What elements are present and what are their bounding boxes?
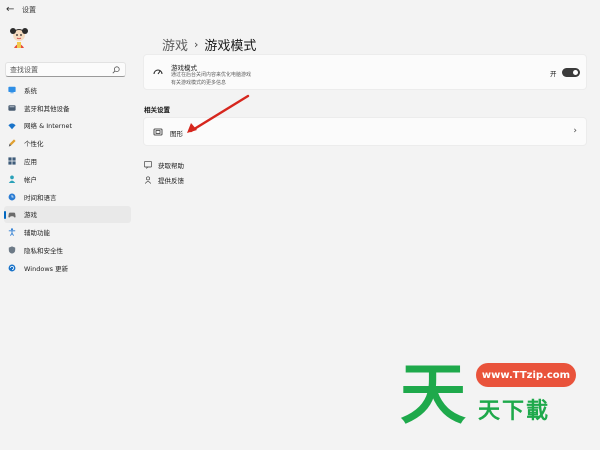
help-icon bbox=[144, 161, 152, 169]
chevron-right-icon: › bbox=[573, 126, 577, 136]
person-icon bbox=[8, 175, 16, 183]
sidebar-item-system[interactable]: 系统 bbox=[4, 81, 131, 99]
watermark-text: 天下載 bbox=[478, 399, 551, 424]
give-feedback-link[interactable]: 提供反馈 bbox=[144, 175, 184, 185]
watermark-url: www.TTzip.com bbox=[476, 363, 576, 387]
shield-icon bbox=[8, 246, 16, 254]
gamepad-icon bbox=[8, 212, 16, 218]
game-mode-description: 通过在后台关闭内容来优化电脑游戏 bbox=[171, 72, 252, 78]
sidebar-item-label: 个性化 bbox=[24, 140, 44, 149]
sidebar-item-label: 网络 & Internet bbox=[24, 122, 73, 131]
sidebar-item-accessibility[interactable]: 辅助功能 bbox=[4, 223, 131, 241]
wifi-icon bbox=[8, 122, 16, 129]
apps-icon bbox=[8, 157, 16, 165]
sidebar-item-label: 隐私和安全性 bbox=[24, 247, 63, 256]
sidebar-item-label: 游戏 bbox=[24, 211, 37, 220]
toggle-knob bbox=[573, 70, 578, 75]
avatar[interactable] bbox=[7, 26, 31, 50]
give-feedback-label: 提供反馈 bbox=[158, 177, 184, 185]
breadcrumb-separator: › bbox=[194, 38, 199, 51]
speedometer-icon bbox=[153, 69, 163, 75]
sidebar-item-windows-update[interactable]: Windows 更新 bbox=[4, 259, 131, 277]
svg-text:天: 天 bbox=[400, 357, 466, 427]
sidebar-item-gaming[interactable]: 游戏 bbox=[4, 205, 131, 224]
sidebar-item-label: 辅助功能 bbox=[24, 229, 50, 238]
search-box[interactable] bbox=[5, 62, 126, 77]
breadcrumb: 游戏 › 游戏模式 bbox=[162, 35, 256, 54]
graphics-card-icon bbox=[153, 128, 163, 136]
game-mode-toggle[interactable] bbox=[562, 68, 580, 77]
accessibility-icon bbox=[8, 228, 16, 237]
annotation-arrow bbox=[187, 94, 250, 133]
sidebar-item-label: 时间和语言 bbox=[24, 193, 57, 202]
sidebar-item-label: Windows 更新 bbox=[24, 264, 69, 273]
sidebar-nav: 系统 蓝牙和其他设备 网络 & Internet 个性化 应用 帐户 时间和语言… bbox=[0, 81, 131, 277]
sidebar-item-label: 系统 bbox=[24, 86, 37, 95]
breadcrumb-parent[interactable]: 游戏 bbox=[162, 35, 188, 54]
sidebar-item-label: 应用 bbox=[24, 158, 37, 167]
brush-icon bbox=[8, 139, 16, 147]
search-icon[interactable] bbox=[112, 66, 120, 74]
title-bar: ← 设置 bbox=[0, 0, 600, 20]
page-title: 游戏模式 bbox=[204, 39, 257, 54]
sidebar-item-accounts[interactable]: 帐户 bbox=[4, 170, 131, 188]
watermark: 天 www.TTzip.com 天下載 bbox=[398, 357, 578, 427]
sidebar-item-label: 帐户 bbox=[24, 175, 37, 184]
toggle-state-label: 开 bbox=[550, 70, 557, 78]
watermark-logo: 天 bbox=[400, 357, 466, 427]
sidebar-item-bluetooth[interactable]: 蓝牙和其他设备 bbox=[4, 99, 131, 117]
bluetooth-icon bbox=[8, 104, 16, 111]
sidebar-item-privacy[interactable]: 隐私和安全性 bbox=[4, 241, 131, 259]
sidebar-item-personalization[interactable]: 个性化 bbox=[4, 134, 131, 152]
sidebar-item-label: 蓝牙和其他设备 bbox=[24, 104, 70, 113]
sidebar-item-apps[interactable]: 应用 bbox=[4, 152, 131, 170]
globe-clock-icon bbox=[8, 193, 16, 201]
related-settings-heading: 相关设置 bbox=[144, 106, 170, 114]
monitor-icon bbox=[8, 86, 16, 94]
game-mode-learn-more-link[interactable]: 有关游戏模式的更多信息 bbox=[171, 79, 226, 86]
get-help-link[interactable]: 获取帮助 bbox=[144, 160, 184, 170]
get-help-label: 获取帮助 bbox=[158, 162, 184, 170]
back-arrow-icon[interactable]: ← bbox=[6, 4, 18, 16]
game-mode-card: 游戏模式 通过在后台关闭内容来优化电脑游戏 有关游戏模式的更多信息 开 bbox=[143, 54, 587, 90]
feedback-icon bbox=[144, 176, 152, 184]
sidebar-item-network[interactable]: 网络 & Internet bbox=[4, 117, 131, 135]
app-title: 设置 bbox=[22, 6, 36, 14]
search-input[interactable] bbox=[10, 66, 110, 74]
sidebar-item-time-language[interactable]: 时间和语言 bbox=[4, 188, 131, 206]
update-icon bbox=[8, 264, 16, 272]
